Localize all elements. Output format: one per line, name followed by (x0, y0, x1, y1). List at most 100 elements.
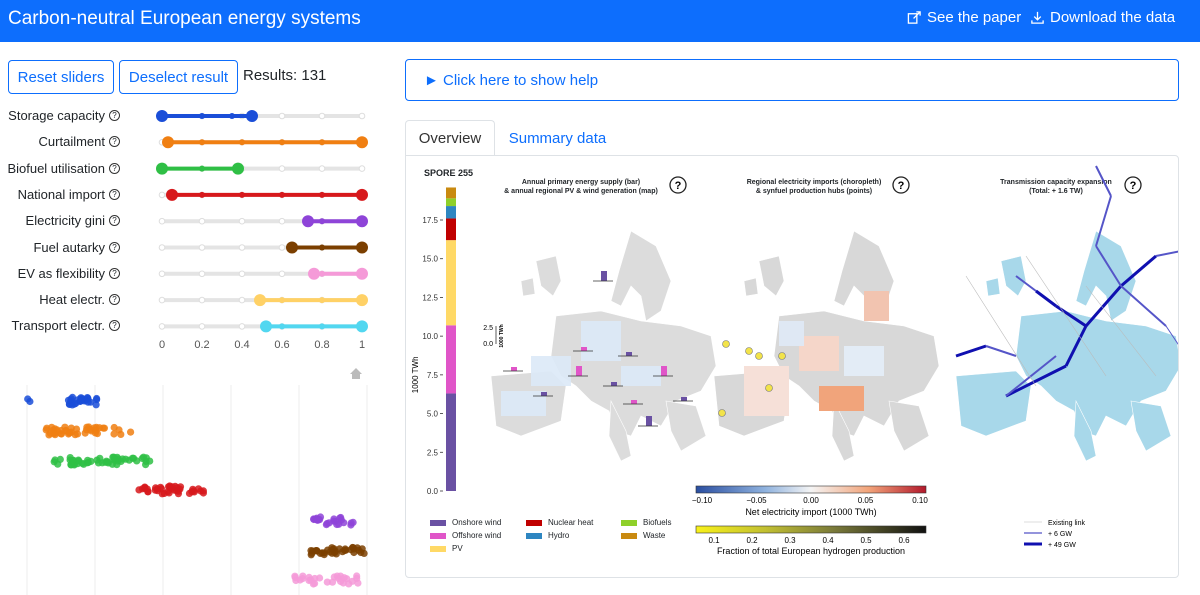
help-circle-icon[interactable]: ? (892, 176, 910, 194)
strip-point[interactable] (51, 456, 59, 464)
map-bar[interactable] (541, 392, 547, 396)
bar-segment[interactable] (446, 206, 456, 219)
slider-handle-max[interactable] (356, 241, 368, 254)
map-bar[interactable] (626, 352, 632, 356)
strip-point[interactable] (340, 519, 348, 527)
strip-point[interactable] (81, 429, 89, 437)
hydrogen-hub-point[interactable] (765, 384, 773, 392)
map-bar[interactable] (576, 366, 582, 376)
slider-handle-max[interactable] (356, 188, 368, 201)
region-patch[interactable] (581, 321, 621, 361)
strip-point[interactable] (199, 489, 207, 497)
country-shape[interactable] (1130, 400, 1172, 452)
range-slider[interactable] (158, 136, 368, 149)
strip-point[interactable] (164, 487, 172, 495)
strip-point[interactable] (340, 574, 348, 582)
region-patch[interactable] (819, 386, 864, 411)
region-patch[interactable] (844, 346, 884, 376)
bar-segment[interactable] (446, 198, 456, 207)
strip-point[interactable] (349, 518, 357, 527)
slider-handle-min[interactable] (166, 188, 178, 201)
map-bar[interactable] (661, 366, 667, 376)
transmission-link[interactable] (1155, 250, 1178, 257)
slider-handle-max[interactable] (232, 162, 244, 175)
map-bar[interactable] (681, 397, 687, 401)
region-patch[interactable] (864, 291, 889, 321)
strip-point[interactable] (110, 423, 118, 432)
download-data-link[interactable]: Download the data (1030, 9, 1175, 26)
region-patch[interactable] (531, 356, 571, 386)
region-patch[interactable] (779, 321, 804, 346)
map-bar[interactable] (611, 382, 617, 386)
strip-point[interactable] (48, 423, 56, 431)
slider-handle-max[interactable] (356, 267, 368, 280)
hydrogen-hub-point[interactable] (718, 409, 726, 417)
range-slider[interactable] (156, 162, 366, 175)
strip-point[interactable] (91, 429, 99, 437)
slider-handle-min[interactable] (308, 267, 320, 280)
strip-point[interactable] (104, 458, 112, 466)
range-slider[interactable] (156, 110, 366, 122)
map-bar[interactable] (581, 347, 587, 351)
help-toggle[interactable]: ► Click here to show help (405, 59, 1179, 101)
bar-segment[interactable] (446, 325, 456, 394)
strip-point[interactable] (139, 453, 148, 461)
strip-point[interactable] (122, 455, 130, 463)
strip-point[interactable] (292, 576, 300, 585)
country-shape[interactable] (758, 255, 785, 297)
hydrogen-hub-point[interactable] (722, 340, 730, 348)
strip-point[interactable] (67, 461, 75, 469)
bar-segment[interactable] (446, 240, 456, 326)
hydrogen-hub-point[interactable] (745, 347, 753, 355)
strip-point[interactable] (84, 398, 92, 406)
country-shape[interactable] (535, 255, 562, 297)
strip-point[interactable] (142, 461, 150, 469)
transmission-link[interactable] (955, 344, 987, 358)
slider-handle-max[interactable] (356, 215, 368, 228)
bar-segment[interactable] (446, 393, 456, 491)
range-slider[interactable] (158, 267, 368, 280)
slider-handle-max[interactable] (356, 294, 368, 307)
strip-point[interactable] (93, 396, 101, 404)
strip-point[interactable] (311, 574, 319, 583)
strip-point[interactable] (353, 544, 361, 552)
strip-point[interactable] (127, 428, 135, 436)
slider-handle-min[interactable] (286, 241, 298, 254)
strip-point[interactable] (176, 483, 185, 491)
hydrogen-hub-point[interactable] (778, 352, 786, 360)
range-slider[interactable] (158, 241, 368, 254)
bar-segment[interactable] (446, 218, 456, 241)
range-slider[interactable] (158, 294, 368, 307)
strip-point[interactable] (64, 430, 73, 438)
map-bar[interactable] (601, 271, 607, 281)
country-shape[interactable] (610, 230, 672, 322)
strip-point[interactable] (113, 461, 121, 469)
country-shape[interactable] (665, 400, 707, 452)
strip-point[interactable] (328, 578, 337, 586)
strip-point[interactable] (299, 575, 307, 583)
strip-point[interactable] (133, 457, 141, 465)
help-circle-icon[interactable]: ? (669, 176, 687, 194)
strip-point[interactable] (151, 486, 159, 494)
country-shape[interactable] (1075, 230, 1137, 322)
strip-point[interactable] (72, 425, 81, 433)
slider-panel[interactable]: 0 0.2 0.4 0.6 0.8 1 (0, 0, 400, 595)
slider-handle-min[interactable] (156, 110, 168, 122)
strip-point[interactable] (141, 484, 149, 492)
slider-handle-min[interactable] (260, 320, 272, 333)
strip-point[interactable] (307, 551, 315, 559)
slider-handle-max[interactable] (246, 110, 258, 122)
transmission-link[interactable] (1035, 289, 1057, 308)
country-shape[interactable] (520, 277, 536, 297)
country-shape[interactable] (955, 370, 1032, 437)
tab-summary-data[interactable]: Summary data (500, 120, 615, 156)
range-slider[interactable] (158, 188, 368, 201)
region-patch[interactable] (501, 391, 546, 416)
strip-point[interactable] (83, 459, 91, 467)
strip-point[interactable] (328, 544, 336, 552)
strip-point[interactable] (353, 572, 361, 580)
strip-point[interactable] (110, 430, 118, 438)
help-circle-icon[interactable]: ? (1124, 176, 1142, 194)
strip-point[interactable] (77, 397, 85, 405)
strip-point[interactable] (345, 580, 353, 588)
